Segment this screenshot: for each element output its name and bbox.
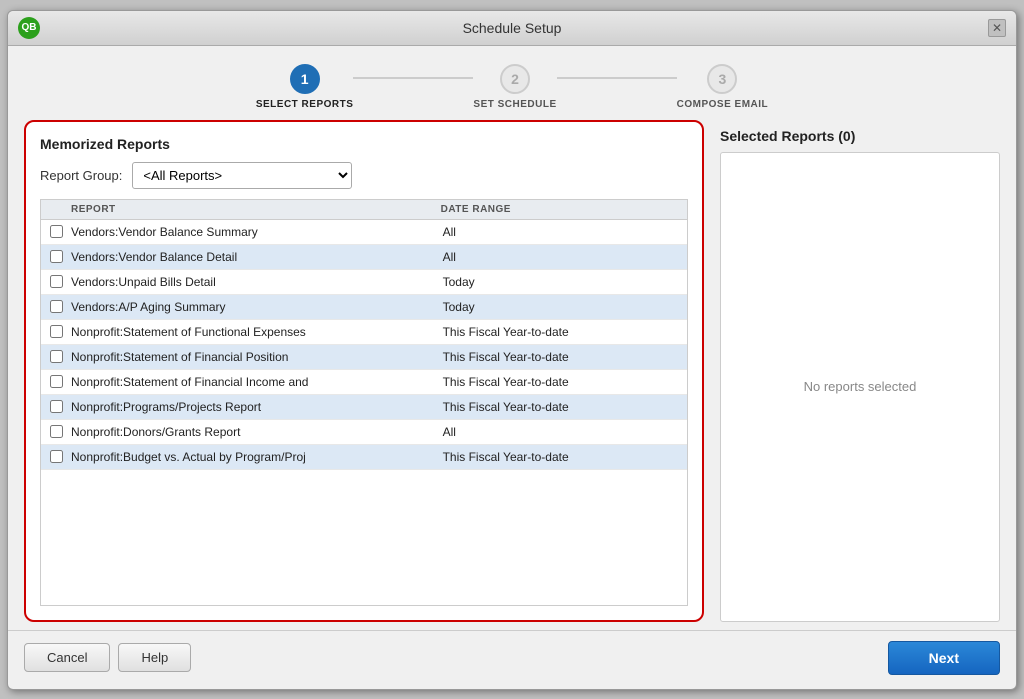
row-date-5: This Fiscal Year-to-date — [443, 350, 687, 364]
checkbox-4[interactable] — [50, 325, 63, 338]
table-row: Nonprofit:Budget vs. Actual by Program/P… — [41, 445, 687, 470]
row-date-9: This Fiscal Year-to-date — [443, 450, 687, 464]
row-date-6: This Fiscal Year-to-date — [443, 375, 687, 389]
report-group-label: Report Group: — [40, 168, 122, 183]
step-1: 1 SELECT REPORTS — [256, 64, 354, 110]
th-check — [41, 204, 71, 215]
row-checkbox-6[interactable] — [41, 375, 71, 388]
next-button[interactable]: Next — [888, 641, 1000, 675]
row-date-4: This Fiscal Year-to-date — [443, 325, 687, 339]
cancel-button[interactable]: Cancel — [24, 643, 110, 672]
memorized-reports-title: Memorized Reports — [40, 136, 688, 152]
footer-left: Cancel Help — [24, 643, 191, 672]
table-body: Vendors:Vendor Balance Summary All Vendo… — [41, 220, 687, 605]
step-3-circle: 3 — [707, 64, 737, 94]
row-report-0: Vendors:Vendor Balance Summary — [71, 225, 443, 239]
step-1-label: SELECT REPORTS — [256, 99, 354, 110]
table-row: Vendors:Vendor Balance Summary All — [41, 220, 687, 245]
reports-table: REPORT DATE RANGE Vendors:Vendor Balance… — [40, 199, 688, 606]
row-date-0: All — [443, 225, 687, 239]
selected-box: No reports selected — [720, 152, 1000, 622]
row-report-7: Nonprofit:Programs/Projects Report — [71, 400, 443, 414]
row-checkbox-9[interactable] — [41, 450, 71, 463]
checkbox-1[interactable] — [50, 250, 63, 263]
help-button[interactable]: Help — [118, 643, 191, 672]
step-2-circle: 2 — [500, 64, 530, 94]
checkbox-0[interactable] — [50, 225, 63, 238]
th-date: DATE RANGE — [441, 204, 687, 215]
step-line-1 — [353, 77, 473, 79]
table-row: Nonprofit:Donors/Grants Report All — [41, 420, 687, 445]
th-report: REPORT — [71, 204, 441, 215]
table-row: Vendors:Vendor Balance Detail All — [41, 245, 687, 270]
row-checkbox-4[interactable] — [41, 325, 71, 338]
selected-reports-title: Selected Reports (0) — [720, 124, 1000, 144]
content-area: Memorized Reports Report Group: <All Rep… — [8, 120, 1016, 622]
table-header: REPORT DATE RANGE — [41, 200, 687, 220]
step-3: 3 COMPOSE EMAIL — [677, 64, 769, 110]
row-report-3: Vendors:A/P Aging Summary — [71, 300, 443, 314]
no-reports-text: No reports selected — [804, 379, 917, 394]
checkbox-7[interactable] — [50, 400, 63, 413]
row-checkbox-8[interactable] — [41, 425, 71, 438]
row-date-8: All — [443, 425, 687, 439]
row-report-8: Nonprofit:Donors/Grants Report — [71, 425, 443, 439]
row-date-7: This Fiscal Year-to-date — [443, 400, 687, 414]
checkbox-8[interactable] — [50, 425, 63, 438]
report-group-row: Report Group: <All Reports> — [40, 162, 688, 189]
table-row: Vendors:A/P Aging Summary Today — [41, 295, 687, 320]
checkbox-9[interactable] — [50, 450, 63, 463]
right-panel: Selected Reports (0) No reports selected — [720, 120, 1000, 622]
row-date-1: All — [443, 250, 687, 264]
row-report-9: Nonprofit:Budget vs. Actual by Program/P… — [71, 450, 443, 464]
step-line-2 — [557, 77, 677, 79]
row-checkbox-7[interactable] — [41, 400, 71, 413]
table-row: Nonprofit:Statement of Functional Expens… — [41, 320, 687, 345]
row-checkbox-3[interactable] — [41, 300, 71, 313]
dialog-title: Schedule Setup — [8, 20, 1016, 36]
step-1-circle: 1 — [290, 64, 320, 94]
row-report-6: Nonprofit:Statement of Financial Income … — [71, 375, 443, 389]
step-3-label: COMPOSE EMAIL — [677, 99, 769, 110]
step-2: 2 SET SCHEDULE — [473, 64, 556, 110]
row-report-2: Vendors:Unpaid Bills Detail — [71, 275, 443, 289]
row-report-1: Vendors:Vendor Balance Detail — [71, 250, 443, 264]
row-date-2: Today — [443, 275, 687, 289]
checkbox-6[interactable] — [50, 375, 63, 388]
report-group-select[interactable]: <All Reports> — [132, 162, 352, 189]
table-row: Nonprofit:Statement of Financial Positio… — [41, 345, 687, 370]
footer: Cancel Help Next — [8, 630, 1016, 689]
checkbox-5[interactable] — [50, 350, 63, 363]
step-2-label: SET SCHEDULE — [473, 99, 556, 110]
table-row: Vendors:Unpaid Bills Detail Today — [41, 270, 687, 295]
checkbox-2[interactable] — [50, 275, 63, 288]
row-report-4: Nonprofit:Statement of Functional Expens… — [71, 325, 443, 339]
row-report-5: Nonprofit:Statement of Financial Positio… — [71, 350, 443, 364]
schedule-setup-dialog: QB Schedule Setup ✕ 1 SELECT REPORTS 2 S… — [7, 10, 1017, 690]
row-checkbox-1[interactable] — [41, 250, 71, 263]
row-checkbox-2[interactable] — [41, 275, 71, 288]
row-checkbox-0[interactable] — [41, 225, 71, 238]
row-date-3: Today — [443, 300, 687, 314]
table-row: Nonprofit:Statement of Financial Income … — [41, 370, 687, 395]
row-checkbox-5[interactable] — [41, 350, 71, 363]
left-panel: Memorized Reports Report Group: <All Rep… — [24, 120, 704, 622]
title-bar: QB Schedule Setup ✕ — [8, 11, 1016, 46]
checkbox-3[interactable] — [50, 300, 63, 313]
wizard-steps: 1 SELECT REPORTS 2 SET SCHEDULE 3 COMPOS… — [8, 46, 1016, 120]
table-row: Nonprofit:Programs/Projects Report This … — [41, 395, 687, 420]
